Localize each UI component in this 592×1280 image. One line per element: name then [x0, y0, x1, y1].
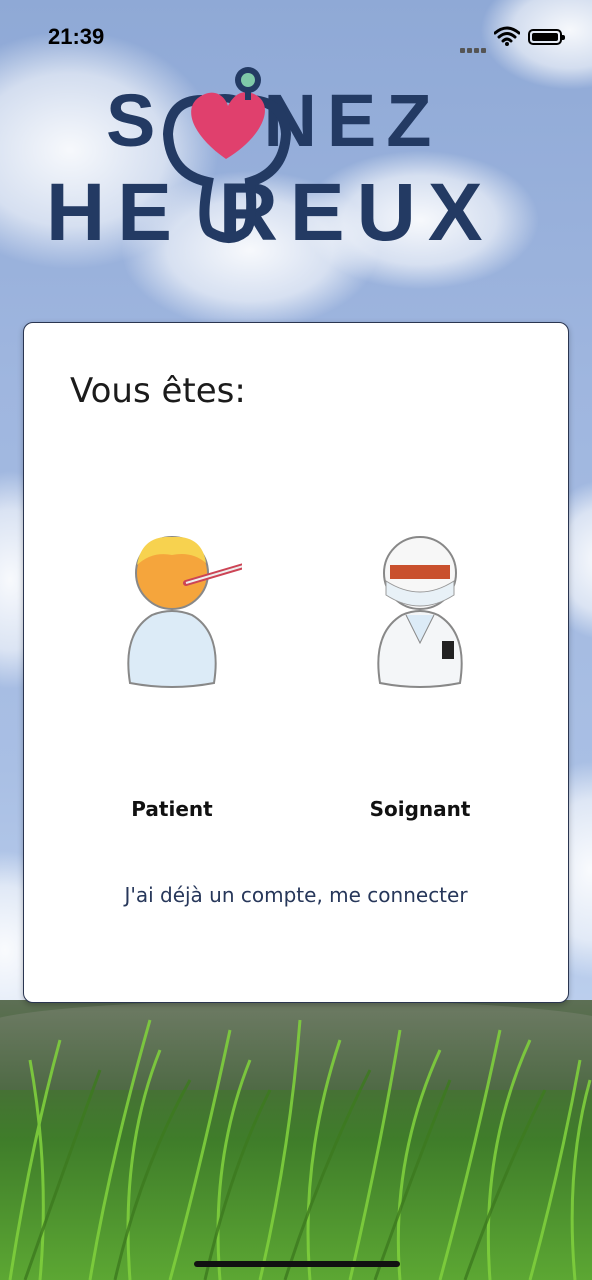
grass-background — [0, 1000, 592, 1280]
home-indicator[interactable] — [194, 1261, 400, 1267]
patient-option[interactable]: Patient — [82, 523, 262, 821]
caregiver-option[interactable]: Soignant — [330, 523, 510, 821]
logo-line2: HE REUX — [46, 167, 495, 254]
app-logo: S GNEZ HE REUX — [40, 64, 560, 258]
wifi-icon — [494, 26, 520, 46]
card-title: Vous êtes: — [70, 371, 246, 411]
patient-icon — [127, 536, 242, 688]
patient-label: Patient — [131, 797, 213, 821]
status-bar: 21:39 — [0, 0, 592, 70]
caregiver-label: Soignant — [369, 797, 471, 821]
status-time: 21:39 — [48, 24, 105, 49]
login-link[interactable]: J'ai déjà un compte, me connecter — [24, 883, 568, 907]
cellular-signal-icon — [460, 40, 488, 58]
role-selection-card: Vous êtes: Patient Soignant J'ai déjà un… — [23, 322, 569, 1003]
battery-icon — [528, 29, 565, 45]
logo-line1: S GNEZ — [106, 79, 441, 162]
caregiver-icon — [377, 536, 463, 688]
